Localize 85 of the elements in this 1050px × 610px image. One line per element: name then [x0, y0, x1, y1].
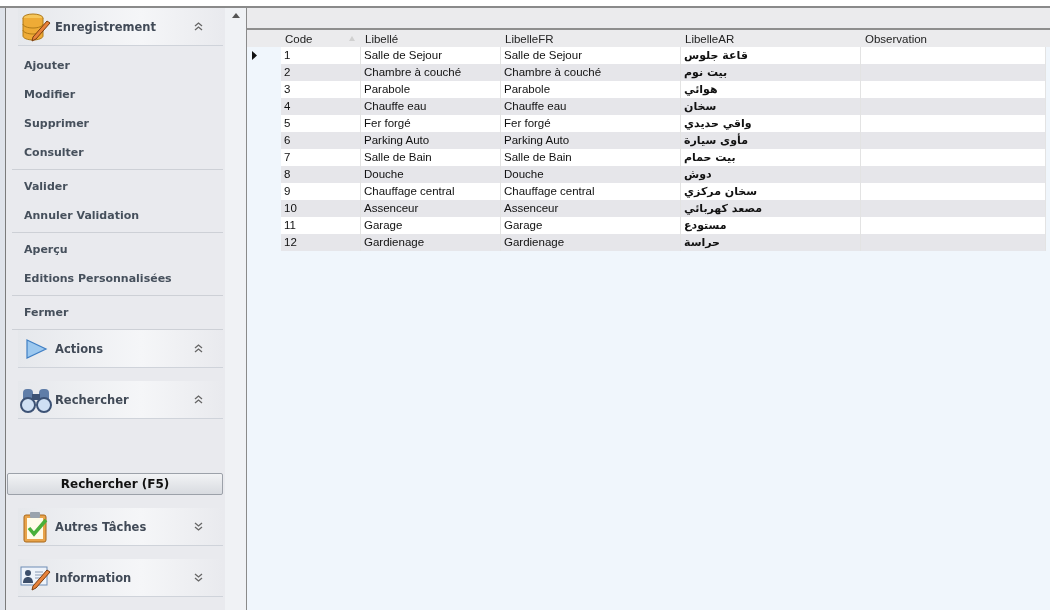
table-cell: Douche: [364, 168, 404, 180]
table-cell: سخان مركزي: [684, 185, 758, 198]
contact-card-pencil-icon: [19, 563, 52, 592]
table-cell: Fer forgé: [504, 117, 551, 129]
table-cell: 2: [284, 66, 291, 78]
table-cell: بيت نوم: [684, 66, 728, 79]
column-header[interactable]: LibelleFR: [501, 32, 681, 45]
double-chevron-up-icon[interactable]: [194, 22, 203, 31]
table-cell: هوائي: [684, 83, 718, 96]
panel-title: Information: [54, 570, 133, 585]
table-cell: Salle de Sejour: [364, 49, 442, 61]
sidebar-link[interactable]: Consulter: [12, 138, 223, 167]
table-cell: Gardienage: [364, 236, 425, 248]
panel-title: Autres Tâches: [54, 519, 148, 534]
table-cell: Parabole: [364, 83, 411, 95]
sidebar-link[interactable]: Supprimer: [12, 109, 223, 138]
sort-arrow-icon: [349, 36, 355, 41]
column-header[interactable]: Libellé: [361, 32, 501, 45]
table-cell: Gardienage: [504, 236, 565, 248]
column-header[interactable]: Observation: [861, 32, 1046, 45]
double-chevron-up-icon[interactable]: [194, 395, 203, 404]
sidebar-link[interactable]: Aperçu: [12, 235, 223, 264]
double-chevron-down-icon[interactable]: [194, 522, 203, 531]
table-cell: Salle de Sejour: [504, 49, 582, 61]
table-cell: 5: [284, 117, 291, 129]
table-cell: 10: [284, 202, 297, 214]
panel-title: Actions: [54, 341, 105, 356]
table-cell: سخان: [684, 100, 717, 113]
table-cell: Chambre à couché: [364, 66, 462, 78]
table-cell: حراسة: [684, 236, 721, 249]
scrollbar[interactable]: [225, 8, 246, 610]
search-button[interactable]: Rechercher (F5): [7, 473, 223, 495]
panel-header[interactable]: Actions: [18, 330, 223, 368]
clipboard-check-icon: [21, 510, 50, 543]
table-cell: Salle de Bain: [364, 151, 432, 163]
table-cell: Chauffe eau: [504, 100, 567, 112]
table-cell: Garage: [504, 219, 543, 231]
table-cell: Chambre à couché: [504, 66, 602, 78]
table-cell: Garage: [364, 219, 403, 231]
table-cell: مستودع: [684, 219, 727, 232]
table-cell: مأوى سيارة: [684, 134, 748, 147]
table-cell: 6: [284, 134, 291, 146]
panel-header[interactable]: Autres Tâches: [18, 508, 223, 546]
database-pencil-icon: [19, 10, 52, 43]
table-cell: دوش: [684, 168, 712, 181]
double-chevron-down-icon[interactable]: [194, 573, 203, 582]
table-cell: Chauffe eau: [364, 100, 427, 112]
table-cell: 8: [284, 168, 291, 180]
table-cell: قاعة جلوس: [684, 49, 748, 62]
table-cell: 1: [284, 49, 291, 61]
table-cell: 4: [284, 100, 291, 112]
table-cell: 7: [284, 151, 291, 163]
table-cell: Parking Auto: [504, 134, 570, 146]
table-cell: 9: [284, 185, 291, 197]
table-cell: Fer forgé: [364, 117, 411, 129]
sidebar-link[interactable]: Ajouter: [12, 51, 223, 80]
table-cell: واقي حديدي: [684, 117, 752, 130]
table-cell: Salle de Bain: [504, 151, 572, 163]
double-chevron-up-icon[interactable]: [194, 344, 203, 353]
table-cell: Assenceur: [504, 202, 559, 214]
table-cell: مصعد كهربائي: [684, 202, 763, 215]
table-cell: بيت حمام: [684, 151, 736, 164]
sidebar-link[interactable]: Editions Personnalisées: [12, 264, 223, 293]
column-header[interactable]: Code: [281, 32, 361, 45]
table-cell: Parabole: [504, 83, 551, 95]
table-cell: 12: [284, 236, 297, 248]
sidebar-link[interactable]: Annuler Validation: [12, 201, 223, 230]
panel-title: Enregistrement: [54, 19, 157, 34]
panel-title: Rechercher: [54, 392, 130, 407]
play-triangle-icon: [23, 337, 48, 360]
sidebar-link[interactable]: Fermer: [12, 298, 223, 327]
sidebar-link[interactable]: Modifier: [12, 80, 223, 109]
table-cell: Assenceur: [364, 202, 419, 214]
table-cell: 11: [284, 219, 296, 231]
panel-header[interactable]: Rechercher: [18, 381, 223, 419]
sidebar-link[interactable]: Valider: [12, 172, 223, 201]
panel-header[interactable]: Information: [18, 559, 223, 597]
scroll-up-arrow-icon[interactable]: [231, 13, 240, 18]
table-cell: Douche: [504, 168, 544, 180]
panel-header[interactable]: Enregistrement: [18, 8, 223, 46]
table-cell: 3: [284, 83, 291, 95]
column-header[interactable]: LibelleAR: [681, 32, 861, 45]
table-cell: Chauffage central: [504, 185, 595, 197]
table-cell: Parking Auto: [364, 134, 430, 146]
table-cell: Chauffage central: [364, 185, 455, 197]
